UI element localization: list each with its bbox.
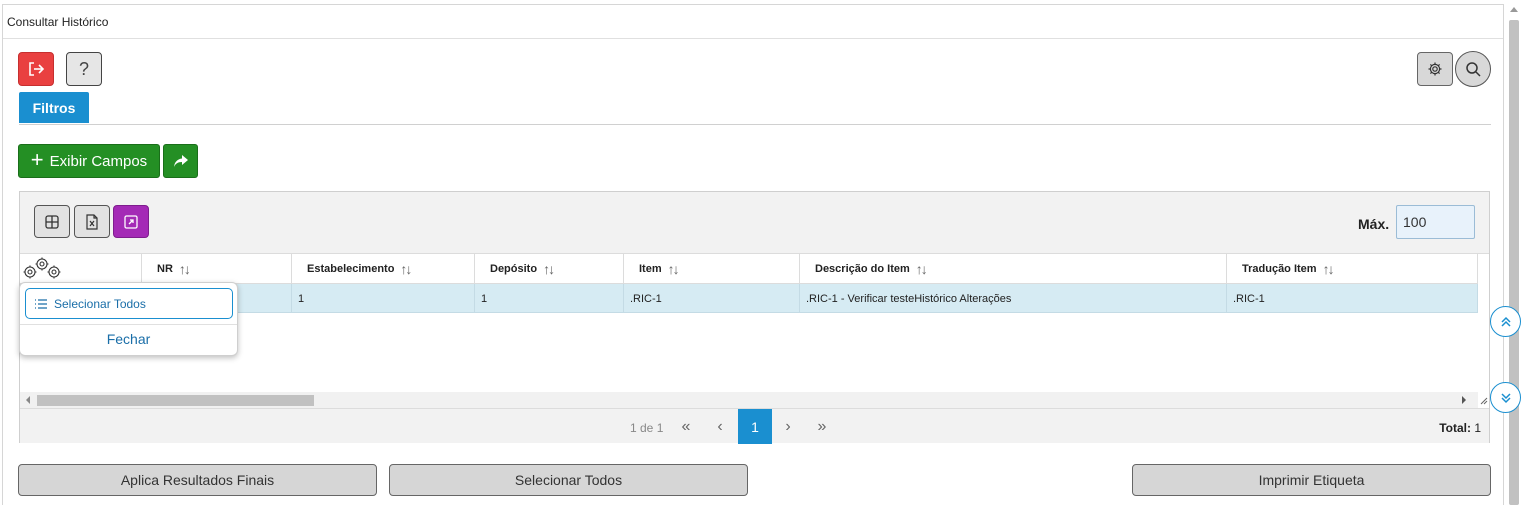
- scroll-thumb[interactable]: [1509, 20, 1519, 505]
- cell-traducao: .RIC-1: [1227, 284, 1478, 313]
- aplica-resultados-button[interactable]: Aplica Resultados Finais: [18, 464, 377, 496]
- exit-button[interactable]: [18, 52, 54, 86]
- expand-button[interactable]: [113, 205, 149, 238]
- column-header-item[interactable]: Item ↑↓: [624, 254, 800, 284]
- gear-icon: [1428, 62, 1442, 76]
- sort-icon[interactable]: ↑↓: [400, 261, 412, 277]
- scroll-up-icon[interactable]: [1510, 7, 1518, 12]
- hscroll-thumb[interactable]: [37, 395, 314, 406]
- export-excel-button[interactable]: [74, 205, 110, 238]
- column-menu-popup: Selecionar Todos Fechar: [19, 282, 238, 356]
- last-page-button[interactable]: »: [807, 409, 837, 444]
- window-title: Consultar Histórico: [3, 5, 1503, 39]
- scroll-top-button[interactable]: [1490, 306, 1521, 337]
- exibir-campos-button[interactable]: + Exibir Campos: [18, 144, 160, 178]
- scroll-left-icon[interactable]: [26, 396, 30, 404]
- column-header-descricao[interactable]: Descrição do Item ↑↓: [800, 254, 1227, 284]
- column-header-blank: [64, 254, 142, 284]
- popup-select-all-label: Selecionar Todos: [54, 296, 146, 311]
- sort-icon[interactable]: ↑↓: [179, 261, 191, 277]
- help-button[interactable]: ?: [66, 52, 102, 86]
- horizontal-scrollbar[interactable]: [20, 392, 1478, 408]
- columns-button[interactable]: [34, 205, 70, 238]
- popup-divider: [20, 324, 237, 325]
- total-count: Total: 1: [1439, 421, 1481, 435]
- popup-select-all-button[interactable]: Selecionar Todos: [25, 288, 233, 319]
- column-settings-button[interactable]: [20, 254, 64, 284]
- first-page-button[interactable]: «: [671, 409, 701, 444]
- gears-icon: [23, 257, 61, 279]
- sort-icon[interactable]: ↑↓: [916, 261, 928, 277]
- tab-filtros[interactable]: Filtros: [19, 92, 89, 123]
- sort-icon[interactable]: ↑↓: [668, 261, 680, 277]
- table-header: NR ↑↓ Estabelecimento ↑↓ Depósito ↑↓ Item ↑↓…: [20, 254, 1478, 284]
- search-icon: [1466, 62, 1481, 77]
- current-page-button[interactable]: 1: [738, 409, 772, 444]
- column-header-traducao[interactable]: Tradução Item ↑↓: [1227, 254, 1478, 284]
- page-info: 1 de 1: [630, 421, 664, 435]
- scroll-bottom-button[interactable]: [1490, 382, 1521, 413]
- prev-page-button[interactable]: ‹: [705, 409, 735, 444]
- help-label: ?: [78, 58, 89, 79]
- share-button[interactable]: [163, 144, 198, 178]
- sort-icon[interactable]: ↑↓: [1323, 261, 1335, 277]
- max-label: Máx.: [1358, 216, 1390, 232]
- imprimir-etiqueta-button[interactable]: Imprimir Etiqueta: [1132, 464, 1491, 496]
- popup-close-button[interactable]: Fechar: [20, 331, 237, 347]
- plus-icon: +: [30, 147, 44, 172]
- double-chevron-down-icon: [1500, 392, 1511, 403]
- max-input[interactable]: [1396, 205, 1475, 239]
- grid-icon: [45, 214, 59, 229]
- cell-deposito: 1: [475, 284, 624, 313]
- resize-grip-icon[interactable]: [1478, 395, 1488, 405]
- cell-estabelecimento: 1: [292, 284, 475, 313]
- settings-button[interactable]: [1417, 52, 1453, 86]
- share-icon: [173, 155, 188, 167]
- pagination: 1 de 1 « ‹ 1 › » Total: 1: [20, 408, 1489, 444]
- selecionar-todos-button[interactable]: Selecionar Todos: [389, 464, 748, 496]
- column-header-deposito[interactable]: Depósito ↑↓: [475, 254, 624, 284]
- cell-descricao: .RIC-1 - Verificar testeHistórico Altera…: [800, 284, 1227, 313]
- next-page-button[interactable]: ›: [773, 409, 803, 444]
- exibir-campos-label: Exibir Campos: [49, 152, 148, 170]
- cell-item: .RIC-1: [624, 284, 800, 313]
- column-header-nr[interactable]: NR ↑↓: [142, 254, 292, 284]
- results-grid: Máx. NR↑↓ Estabelecimento↑↓ Depósito↑↓ I…: [19, 191, 1490, 444]
- tab-divider: [19, 124, 1491, 125]
- excel-icon: [86, 213, 98, 230]
- sort-icon[interactable]: ↑↓: [543, 261, 555, 277]
- vertical-scrollbar[interactable]: [1506, 4, 1522, 505]
- table-row[interactable]: 1 1 .RIC-1 .RIC-1 - Verificar testeHistó…: [20, 284, 1478, 313]
- grid-toolbar: Máx.: [20, 192, 1489, 254]
- scroll-right-icon[interactable]: [1462, 396, 1466, 404]
- search-button[interactable]: [1455, 51, 1491, 87]
- column-header-estabelecimento[interactable]: Estabelecimento ↑↓: [292, 254, 475, 284]
- list-icon: [35, 298, 47, 309]
- exit-icon: [29, 62, 45, 76]
- double-chevron-up-icon: [1500, 316, 1511, 327]
- expand-icon: [124, 214, 138, 229]
